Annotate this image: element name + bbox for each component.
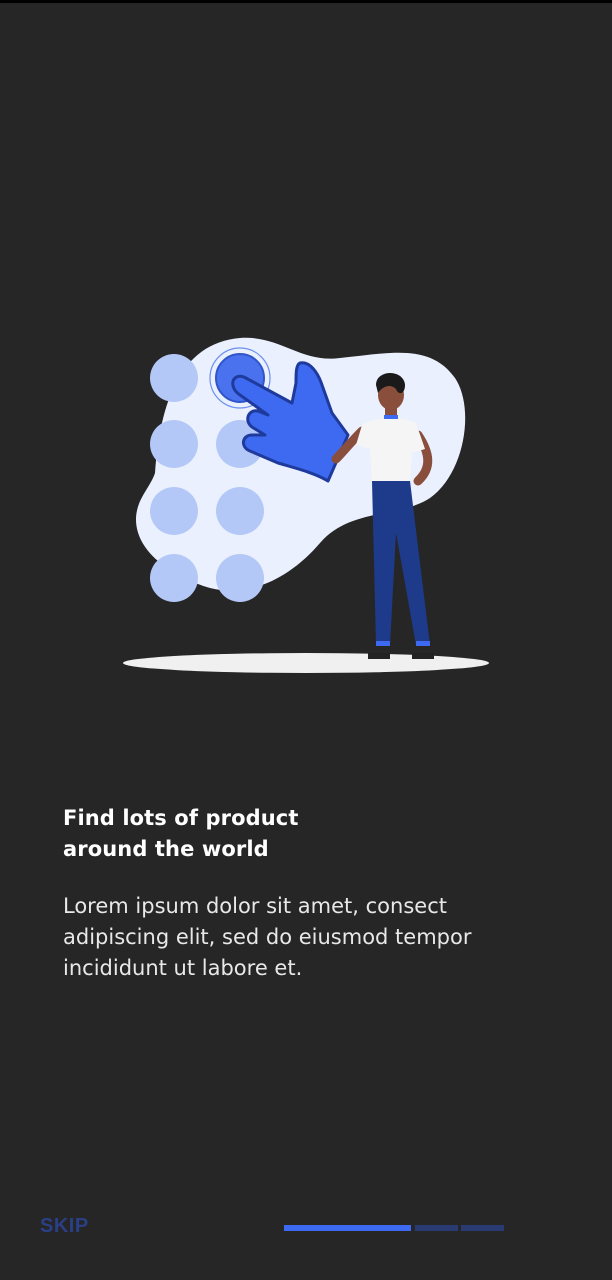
skip-button[interactable]: SKIP — [40, 1211, 89, 1242]
title-line: Find lots of product — [63, 806, 299, 830]
onboarding-description: Lorem ipsum dolor sit amet, consect adip… — [63, 891, 563, 984]
onboarding-title: Find lots of product around the world — [63, 803, 463, 865]
page-indicator-segment-2[interactable] — [415, 1225, 458, 1231]
description-line: adipiscing elit, sed do eiusmod tempor — [63, 925, 472, 949]
title-line: around the world — [63, 837, 269, 861]
ground-shadow — [123, 653, 489, 673]
page-indicator — [284, 1225, 504, 1231]
onboarding-screen: Find lots of product around the world Lo… — [0, 0, 612, 1280]
description-line: incididunt ut labore et. — [63, 956, 303, 980]
page-indicator-segment-1[interactable] — [284, 1225, 411, 1231]
onboarding-illustration — [123, 337, 489, 673]
page-indicator-segment-3[interactable] — [461, 1225, 504, 1231]
description-line: Lorem ipsum dolor sit amet, consect — [63, 894, 447, 918]
